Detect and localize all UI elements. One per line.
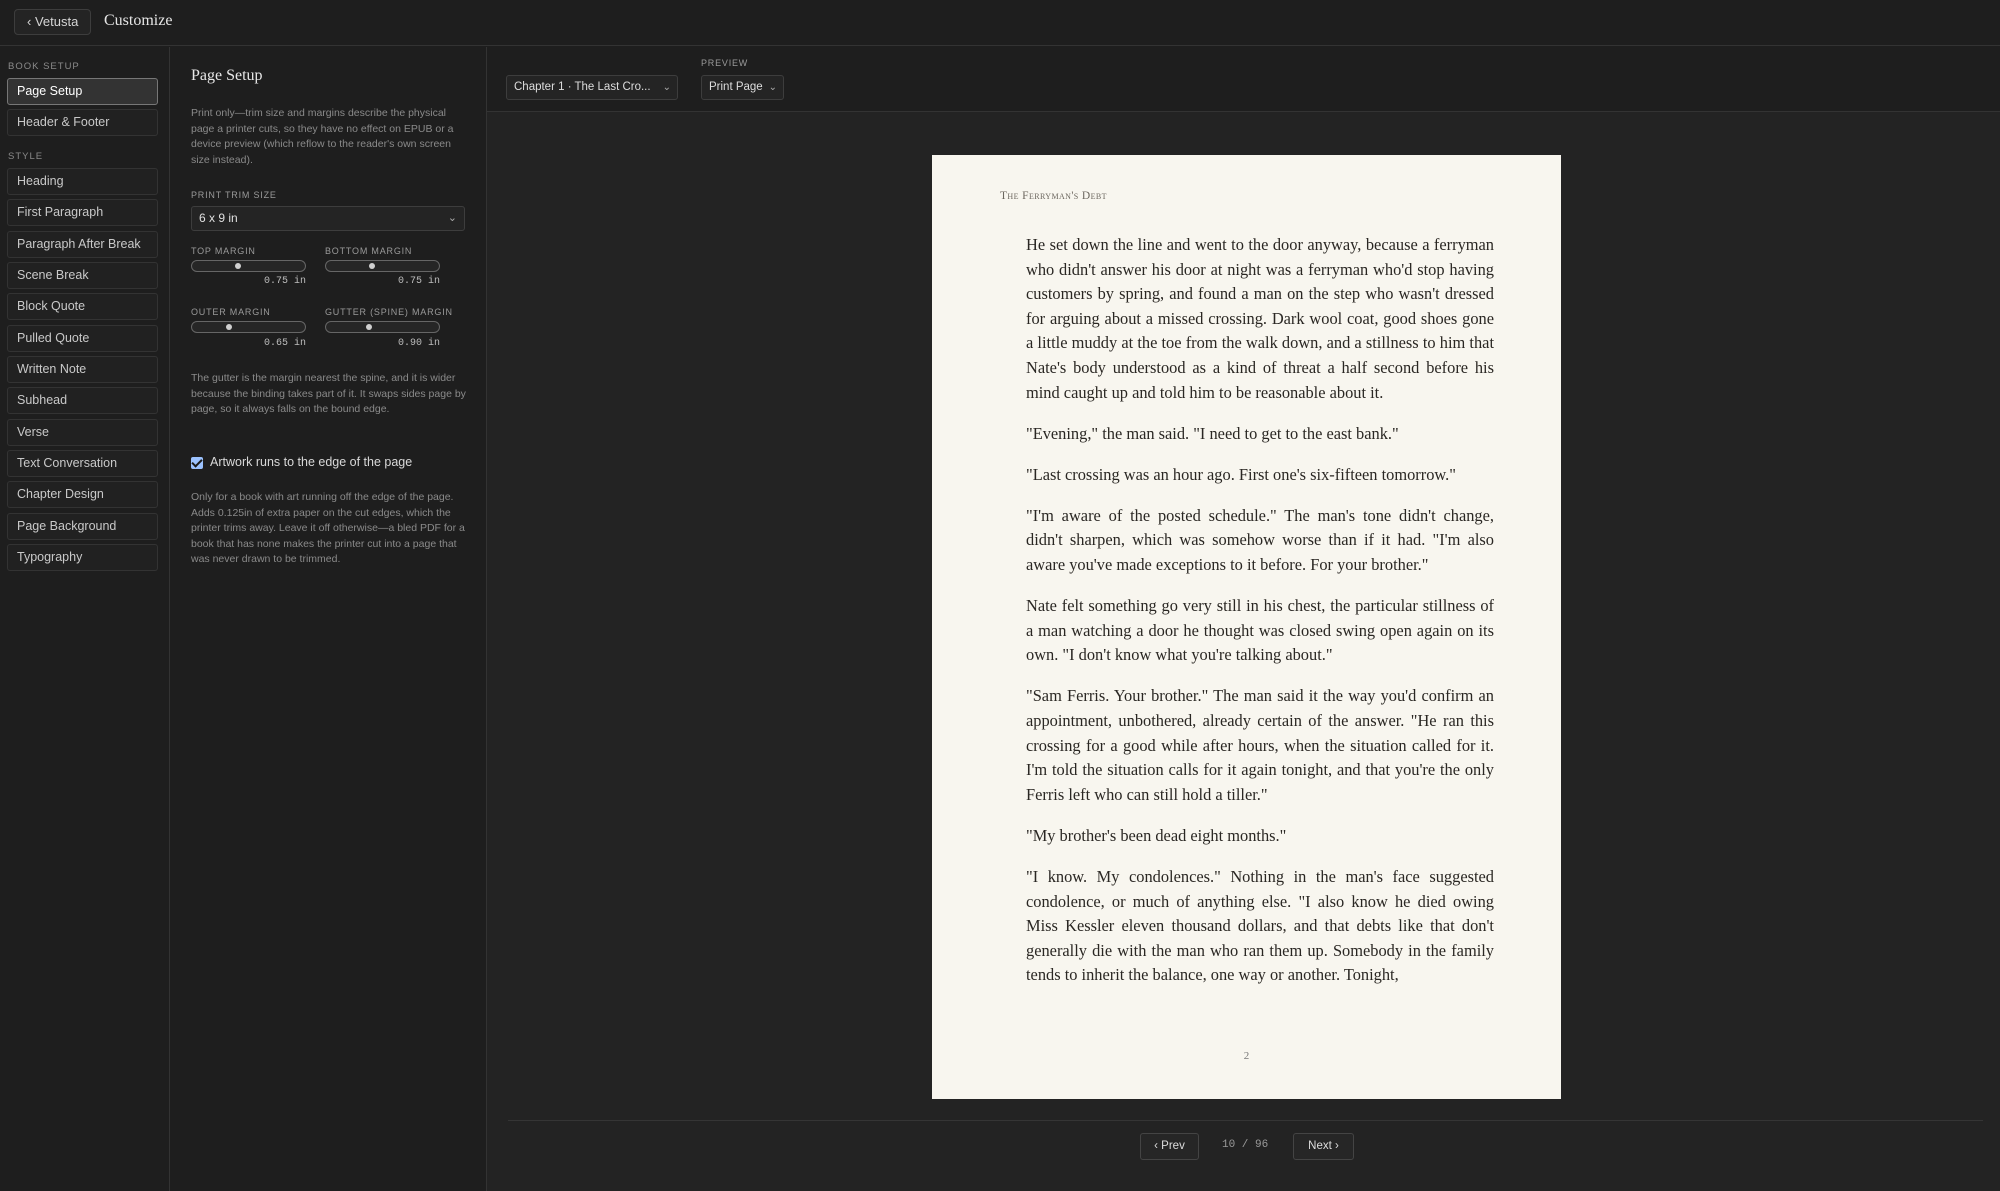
trim-size-value: 6 x 9 in	[199, 211, 238, 225]
sidebar-item-written-note[interactable]: Written Note	[7, 356, 158, 383]
gutter-margin-slider[interactable]	[325, 321, 440, 333]
sidebar-item-typography[interactable]: Typography	[7, 544, 158, 571]
top-margin-label: TOP MARGIN	[191, 246, 256, 256]
paragraph: "I know. My condolences." Nothing in the…	[1026, 866, 1494, 985]
preview-mode-select[interactable]: Print Page ⌄	[701, 75, 784, 100]
paragraph: He set down the line and went to the doo…	[1026, 235, 1494, 402]
sidebar-item-paragraph-after-break[interactable]: Paragraph After Break	[7, 231, 158, 258]
bleed-checkbox-label[interactable]: Artwork runs to the edge of the page	[210, 455, 412, 469]
bleed-help-text: Only for a book with art running off the…	[191, 491, 465, 565]
bleed-checkbox[interactable]	[191, 457, 203, 469]
divider	[508, 1120, 1983, 1121]
outer-margin-label: OUTER MARGIN	[191, 307, 271, 317]
bottom-margin-value: 0.75 in	[397, 276, 440, 287]
paragraph: "Sam Ferris. Your brother." The man said…	[1026, 686, 1494, 804]
sidebar-item-first-paragraph[interactable]: First Paragraph	[7, 199, 158, 226]
slider-thumb[interactable]	[366, 324, 372, 330]
trim-size-label: PRINT TRIM SIZE	[191, 190, 277, 200]
settings-panel: Page Setup Print only—trim size and marg…	[170, 47, 487, 1191]
sidebar-item-subhead[interactable]: Subhead	[7, 387, 158, 414]
book-setup-section-label: BOOK SETUP	[8, 61, 80, 72]
preview-mode-value: Print Page	[709, 81, 763, 93]
chevron-down-icon: ⌄	[768, 82, 777, 93]
intro-help-text: Print only—trim size and margins describ…	[191, 107, 454, 166]
bottom-margin-slider[interactable]	[325, 260, 440, 272]
sidebar-item-text-conversation[interactable]: Text Conversation	[7, 450, 158, 477]
gutter-margin-value: 0.90 in	[397, 338, 440, 349]
sidebar-item-page-setup[interactable]: Page Setup	[7, 78, 158, 105]
slider-thumb[interactable]	[235, 263, 241, 269]
page-number: 2	[1243, 1050, 1250, 1062]
back-button[interactable]: ‹ Vetusta	[14, 9, 92, 35]
sidebar-item-heading[interactable]: Heading	[7, 168, 158, 195]
prev-page-button[interactable]: ‹ Prev	[1140, 1133, 1199, 1160]
sidebar-item-pulled-quote[interactable]: Pulled Quote	[7, 325, 158, 352]
preview-area: Chapter 1 · The Last Cro... ⌄ PREVIEW Pr…	[487, 47, 2000, 1191]
chapter-select-value: Chapter 1 · The Last Cro...	[514, 81, 651, 93]
page-title: Customize	[104, 12, 173, 29]
preview-toolbar: Chapter 1 · The Last Cro... ⌄ PREVIEW Pr…	[487, 47, 2000, 112]
chevron-down-icon: ⌄	[662, 82, 671, 93]
page-body-text: He set down the line and went to the doo…	[1026, 233, 1494, 1043]
slider-thumb[interactable]	[369, 263, 375, 269]
paragraph: "Evening," the man said. "I need to get …	[1026, 423, 1399, 443]
sidebar-item-block-quote[interactable]: Block Quote	[7, 293, 158, 320]
sidebar-item-chapter-design[interactable]: Chapter Design	[7, 481, 158, 508]
print-page-preview: The Ferryman's Debt He set down the line…	[932, 155, 1561, 1099]
top-bar: ‹ Vetusta Customize	[0, 0, 2000, 46]
sidebar-item-page-background[interactable]: Page Background	[7, 513, 158, 540]
panel-title: Page Setup	[191, 67, 263, 84]
gutter-margin-label: GUTTER (SPINE) MARGIN	[325, 307, 453, 317]
paragraph: "My brother's been dead eight months."	[1026, 825, 1287, 845]
paragraph: "Last crossing was an hour ago. First on…	[1026, 464, 1456, 484]
sidebar-item-verse[interactable]: Verse	[7, 419, 158, 446]
sidebar-item-scene-break[interactable]: Scene Break	[7, 262, 158, 289]
preview-mode-label: PREVIEW	[701, 58, 749, 68]
bottom-margin-label: BOTTOM MARGIN	[325, 246, 413, 256]
trim-size-select[interactable]: 6 x 9 in ⌄	[191, 206, 465, 231]
next-page-button[interactable]: Next ›	[1293, 1133, 1354, 1160]
top-margin-value: 0.75 in	[263, 276, 306, 287]
outer-margin-slider[interactable]	[191, 321, 306, 333]
outer-margin-value: 0.65 in	[263, 338, 306, 349]
style-section-label: STYLE	[8, 151, 44, 162]
slider-thumb[interactable]	[226, 324, 232, 330]
chevron-down-icon: ⌄	[447, 212, 457, 224]
chapter-select[interactable]: Chapter 1 · The Last Cro... ⌄	[506, 75, 678, 100]
running-head: The Ferryman's Debt	[1000, 190, 1107, 202]
gutter-help-text: The gutter is the margin nearest the spi…	[191, 372, 466, 415]
paragraph: "I'm aware of the posted schedule." The …	[1026, 505, 1494, 575]
sidebar-item-header-footer[interactable]: Header & Footer	[7, 109, 158, 136]
paragraph: Nate felt something go very still in his…	[1026, 596, 1494, 665]
top-margin-slider[interactable]	[191, 260, 306, 272]
sidebar: BOOK SETUP Page Setup Header & Footer ST…	[0, 47, 170, 1191]
page-counter: 10 / 96	[1222, 1139, 1269, 1151]
